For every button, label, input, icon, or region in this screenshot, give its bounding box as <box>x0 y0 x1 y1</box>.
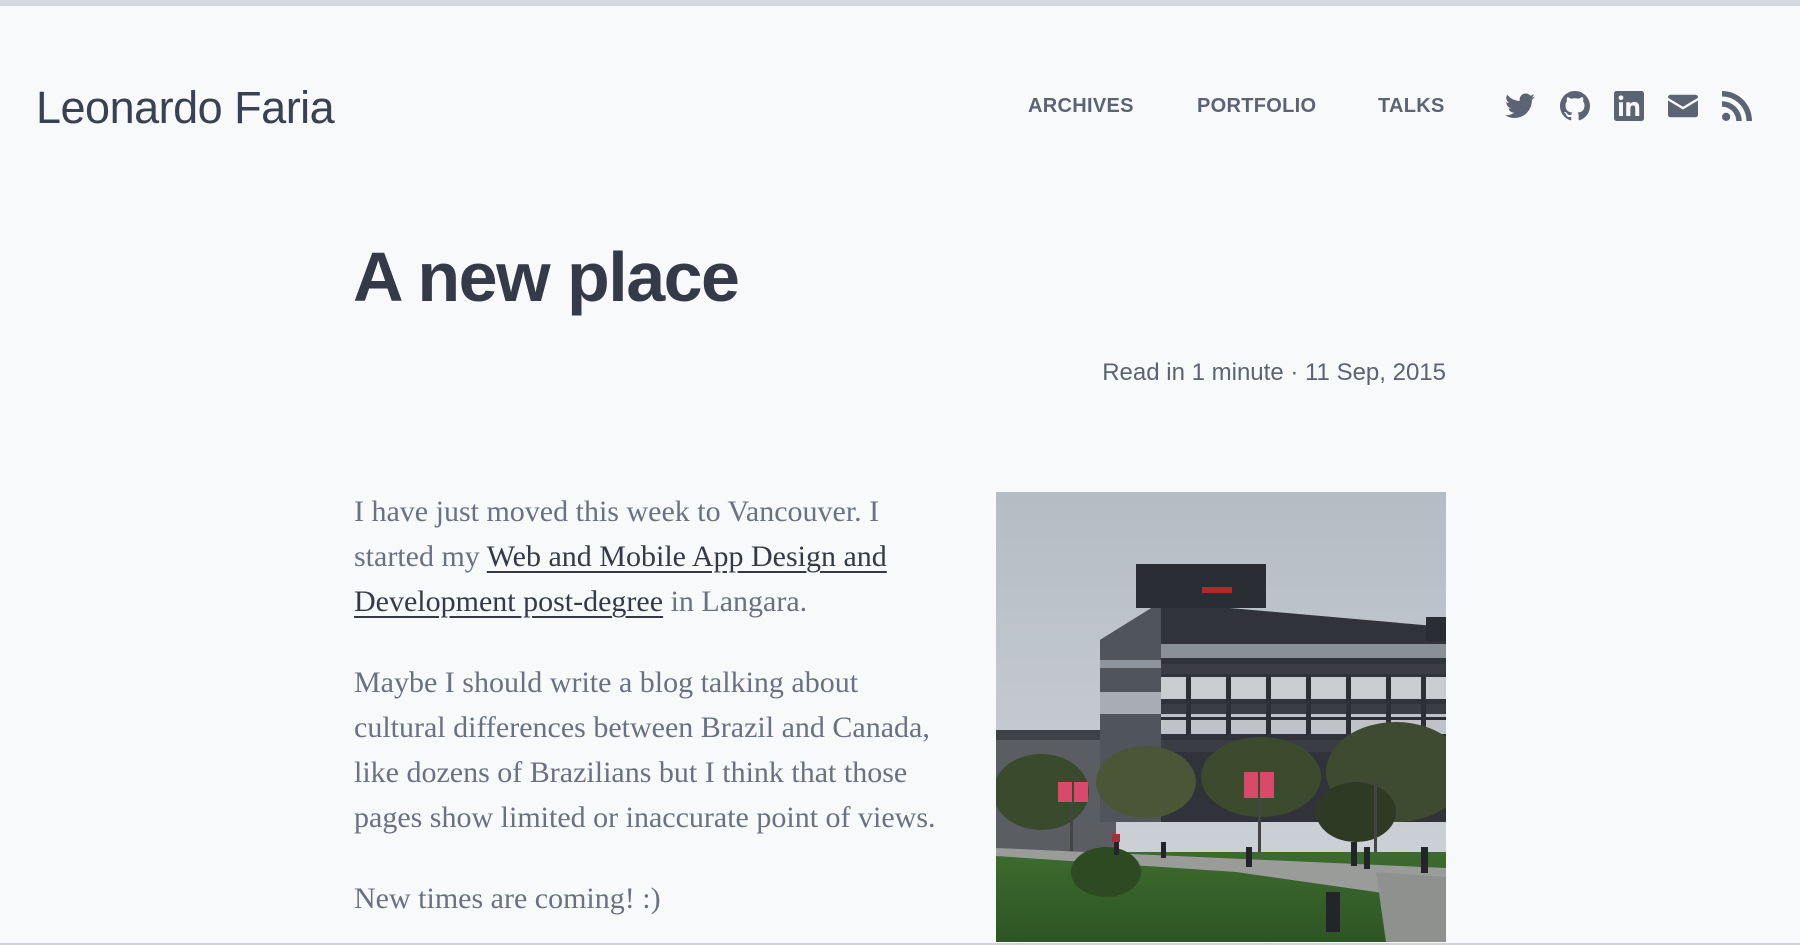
site-title-link[interactable]: Leonardo Faria <box>36 80 335 136</box>
paragraph-2: Maybe I should write a blog talking abou… <box>354 666 936 834</box>
top-accent-bar <box>0 0 1800 6</box>
rss-icon[interactable] <box>1720 89 1754 123</box>
paragraph-1: I have just moved this week to Vancouver… <box>354 489 954 624</box>
langara-building-photo <box>996 492 1446 942</box>
post-meta: Read in 1 minute · 11 Sep, 2015 <box>1102 359 1446 386</box>
github-icon[interactable] <box>1558 89 1592 123</box>
paragraph-1-end: in Langara. <box>663 585 808 618</box>
paragraph-3: New times are coming! :) <box>354 882 661 915</box>
nav-item-portfolio[interactable]: PORTFOLIO <box>1197 95 1316 118</box>
nav-item-talks[interactable]: TALKS <box>1378 95 1445 118</box>
linkedin-icon[interactable] <box>1612 89 1646 123</box>
nav-item-archives[interactable]: ARCHIVES <box>1028 95 1134 118</box>
post-body: I have just moved this week to Vancouver… <box>354 489 954 945</box>
post-title: A new place <box>353 238 740 316</box>
twitter-icon[interactable] <box>1503 89 1537 123</box>
email-icon[interactable] <box>1666 89 1700 123</box>
